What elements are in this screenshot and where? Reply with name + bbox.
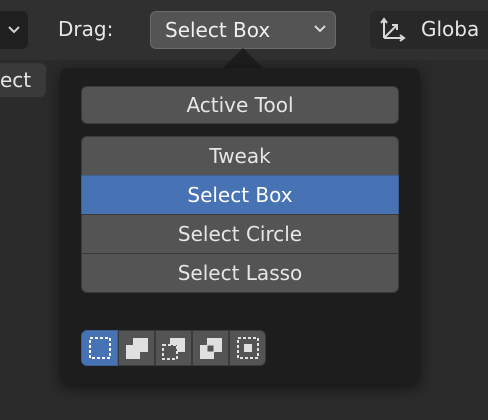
drag-dropdown-value: Select Box: [165, 18, 271, 42]
select-set-icon: [88, 337, 111, 359]
mode-difference-button[interactable]: [192, 330, 229, 366]
chevron-down-icon: [314, 25, 326, 33]
drag-tool-popup: Active Tool Tweak Select Box Select Circ…: [60, 68, 420, 384]
popup-pointer: [221, 48, 265, 70]
orientation-axes-icon: [380, 17, 406, 42]
tool-option-select-box[interactable]: Select Box: [81, 175, 399, 215]
select-mode-button[interactable]: ect: [0, 63, 46, 97]
orientation-label: Globa: [421, 17, 480, 41]
tool-option-select-lasso[interactable]: Select Lasso: [81, 253, 399, 293]
editor-type-dropdown[interactable]: [0, 11, 28, 49]
select-extend-icon: [125, 338, 148, 359]
mode-intersect-button[interactable]: [229, 330, 266, 366]
select-subtract-icon: [161, 338, 185, 360]
tool-option-tweak[interactable]: Tweak: [81, 136, 399, 176]
select-intersect-icon: [236, 337, 259, 359]
mode-extend-button[interactable]: [118, 330, 155, 366]
tool-option-select-circle[interactable]: Select Circle: [81, 214, 399, 254]
drag-dropdown[interactable]: Select Box: [150, 11, 336, 49]
select-mode-label: ect: [0, 68, 32, 92]
selection-mode-group: [81, 330, 266, 366]
mode-set-button[interactable]: [81, 330, 118, 366]
select-difference-icon: [199, 338, 222, 359]
active-tool-button[interactable]: Active Tool: [81, 86, 399, 124]
drag-label: Drag:: [58, 17, 114, 41]
transform-orientation-dropdown[interactable]: Globa: [370, 11, 488, 49]
drag-tool-list: Tweak Select Box Select Circle Select La…: [81, 136, 399, 296]
chevron-down-icon: [8, 26, 20, 34]
mode-subtract-button[interactable]: [155, 330, 192, 366]
